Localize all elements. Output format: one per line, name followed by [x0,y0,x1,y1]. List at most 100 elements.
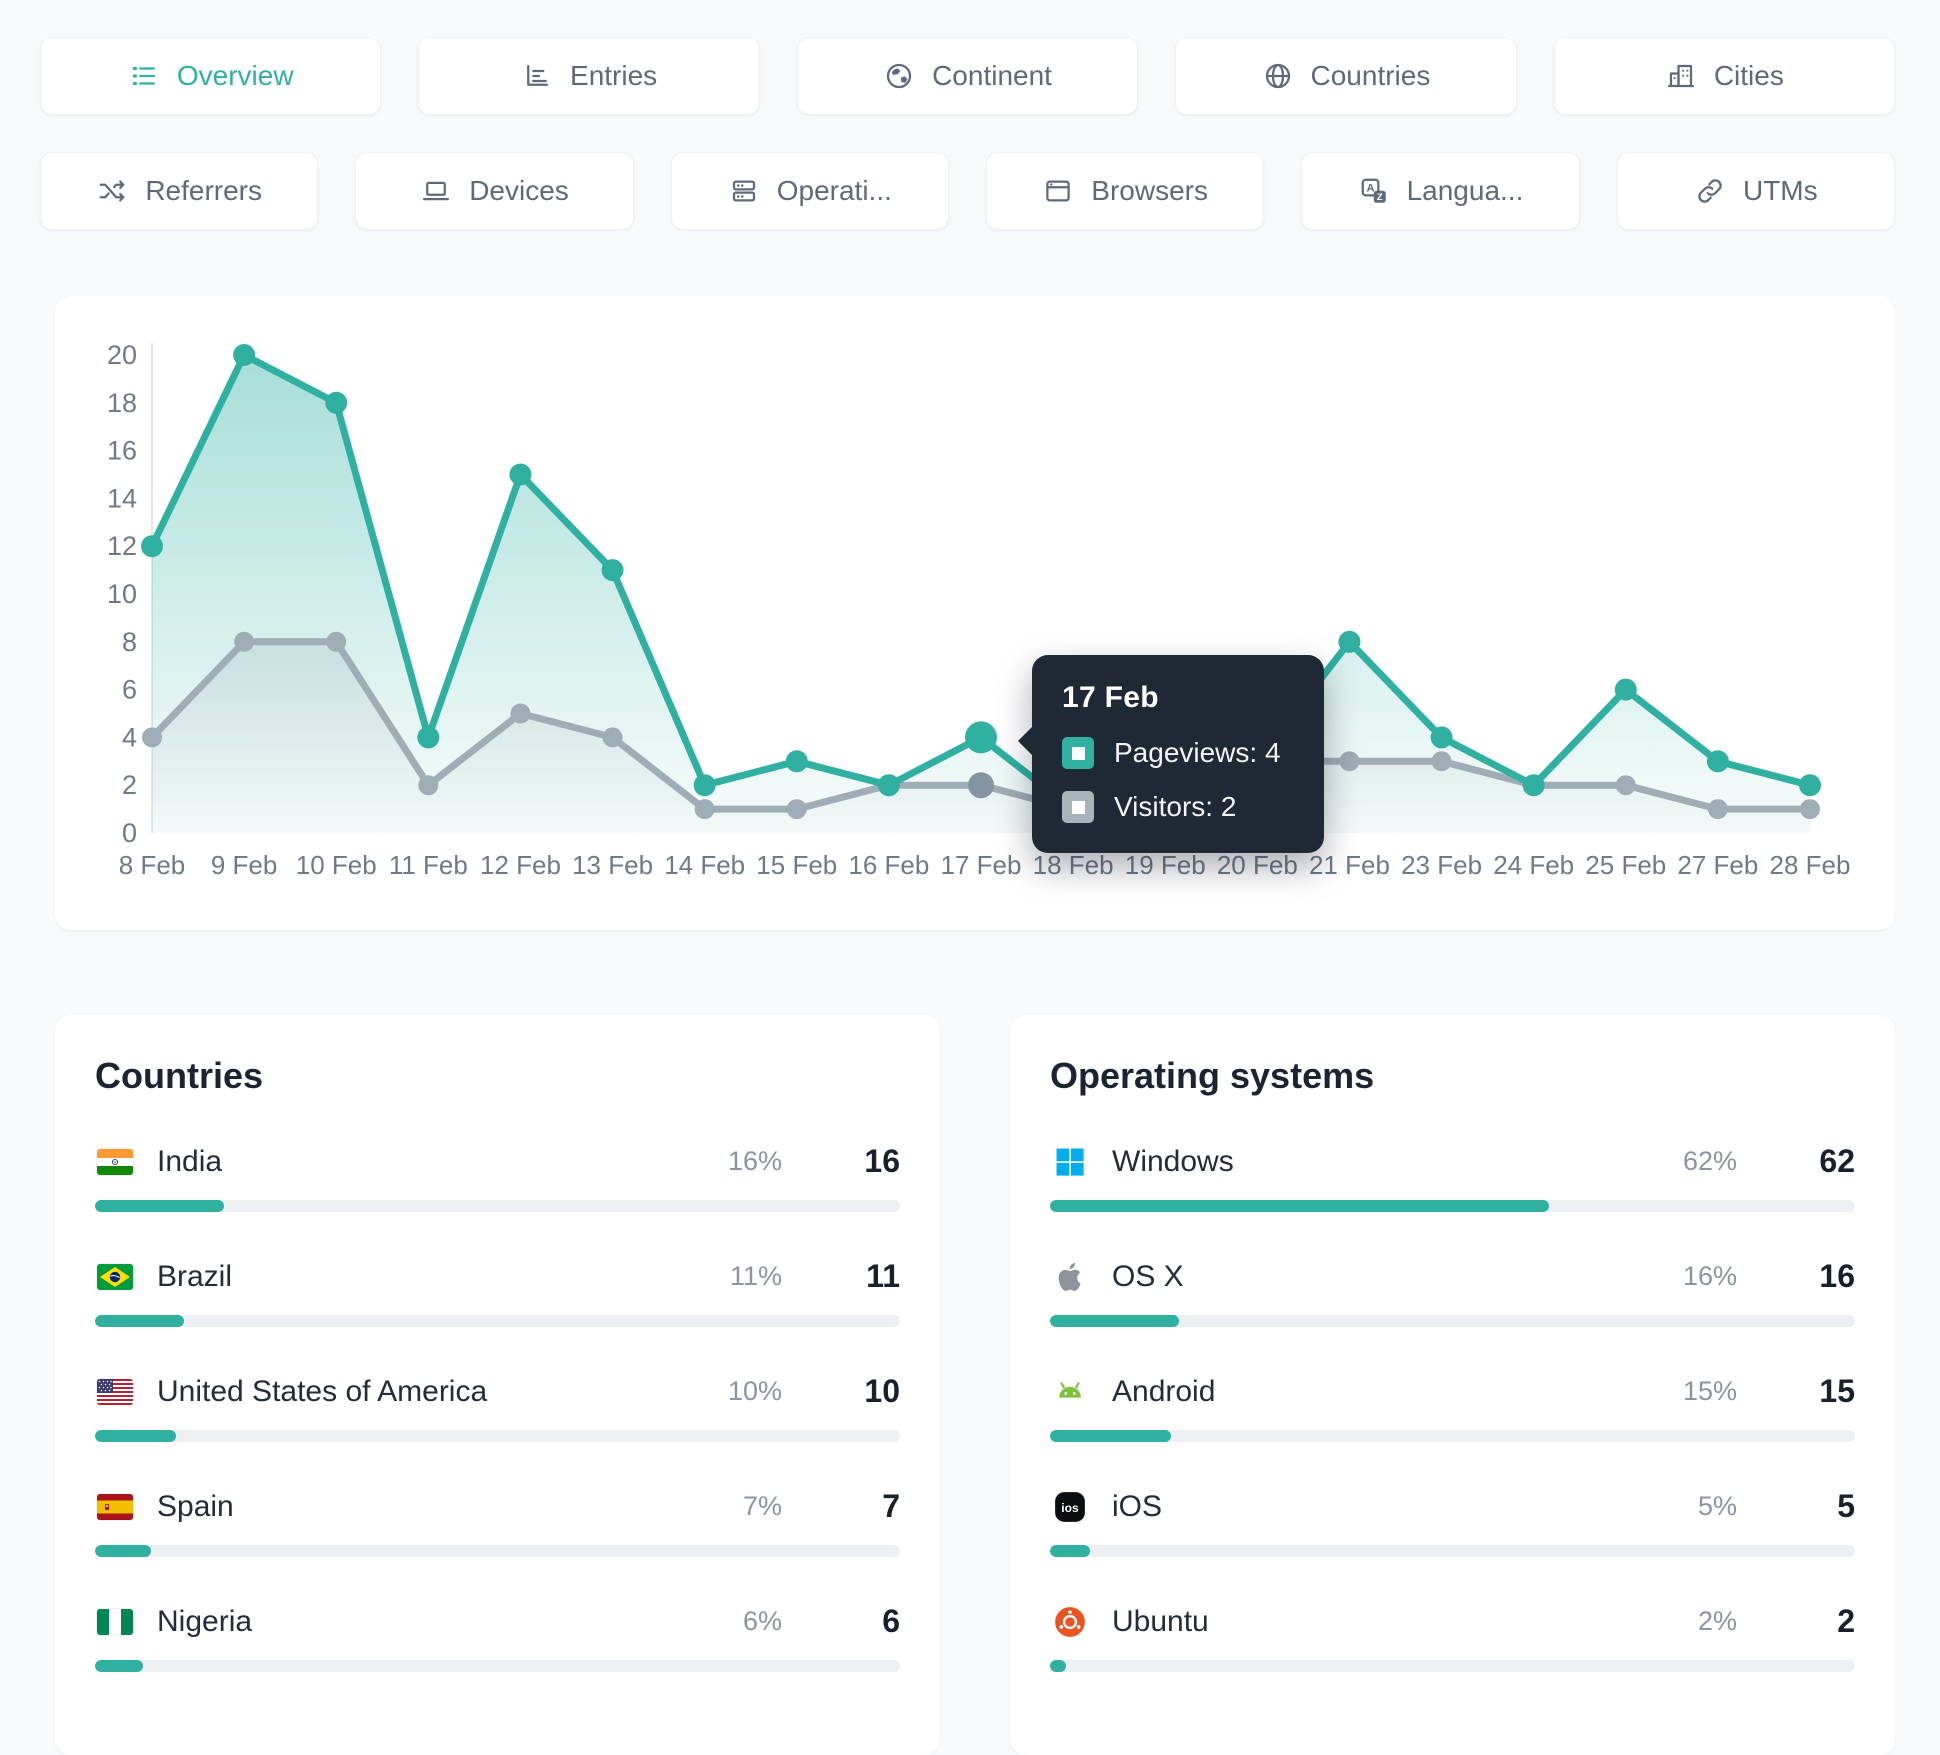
pageviews-legend-chip [1062,737,1094,769]
stat-label: Brazil [157,1259,233,1293]
pageviews-point[interactable] [1706,750,1729,773]
x-axis-label: 25 Feb [1585,850,1666,880]
visitors-point[interactable] [602,727,623,748]
usa-flag-icon [95,1378,135,1405]
x-axis-label: 27 Feb [1677,850,1758,880]
stat-row-header: ios iOS 5% 5 [1050,1488,1855,1525]
stat-row-android[interactable]: Android 15% 15 [1050,1373,1855,1442]
x-axis-label: 12 Feb [480,850,561,880]
visitors-point[interactable] [1707,799,1728,820]
tab-operati[interactable]: Operati... [670,152,949,230]
visitors-point[interactable] [510,703,531,724]
tab-referrers[interactable]: Referrers [40,152,319,230]
visitors-point[interactable] [142,727,162,748]
pageviews-point[interactable] [509,463,532,486]
tab-overview[interactable]: Overview [40,37,382,115]
tab-langua[interactable]: A Z Langua... [1301,152,1580,230]
visitors-point[interactable] [234,631,255,652]
tab-label: Langua... [1406,175,1524,206]
x-axis-label: 21 Feb [1309,850,1390,880]
visitors-point[interactable] [1431,751,1452,772]
stat-label: United States of America [157,1374,488,1408]
x-axis-label: 11 Feb [389,850,468,880]
visitors-point[interactable] [1615,775,1636,796]
traffic-line-chart[interactable]: 0 2 4 6 8 10 12 14 16 18 20 8 Feb 9 Feb 10 Feb 11 Feb 1… [55,296,1895,930]
stat-value: 15 [1819,1373,1855,1409]
android-icon [1050,1375,1090,1409]
stat-row-brazil[interactable]: Brazil 11% 11 [95,1258,900,1327]
pageviews-point[interactable] [141,535,163,558]
stat-progress-track [95,1660,900,1672]
x-axis-label: 13 Feb [572,850,653,880]
stat-value: 5 [1837,1488,1855,1524]
stat-row-india[interactable]: India 16% 16 [95,1143,900,1212]
stat-row-nigeria[interactable]: Nigeria 6% 6 [95,1603,900,1672]
pageviews-point[interactable] [1614,678,1637,701]
visitors-point[interactable] [968,772,994,799]
primary-tab-bar: Overview Entries Continent Countries Cities [40,0,1896,115]
visitors-legend-chip [1062,791,1094,823]
stat-row-united-states-of-america[interactable]: United States of America 10% 10 [95,1373,900,1442]
pageviews-point[interactable] [693,774,716,797]
ubuntu-icon [1050,1605,1090,1639]
chart-tooltip: 17 Feb Pageviews: 4 Visitors: 2 [1018,655,1324,853]
tab-browsers[interactable]: Browsers [985,152,1265,230]
visitors-point[interactable] [1800,799,1820,820]
pageviews-point[interactable] [601,559,624,582]
y-axis-label: 12 [107,531,137,561]
globe-icon [1262,60,1294,92]
stat-progress-track [95,1430,900,1442]
stat-row-windows[interactable]: Windows 62% 62 [1050,1143,1855,1212]
stat-row-ubuntu[interactable]: Ubuntu 2% 2 [1050,1603,1855,1672]
stats-panels: Countries India 16% 16 Brazil 11% 11 United St… [55,1015,1895,1755]
x-axis-label: 8 Feb [119,850,186,880]
tab-devices[interactable]: Devices [355,152,634,230]
tab-label: Entries [570,60,658,91]
stat-percent: 62% [1682,1146,1737,1176]
pageviews-point[interactable] [785,750,808,773]
pageviews-point[interactable] [1522,774,1545,797]
tab-entries[interactable]: Entries [418,37,760,115]
pageviews-point[interactable] [1799,774,1821,797]
tab-countries[interactable]: Countries [1175,37,1517,115]
y-axis-label: 6 [122,675,137,705]
stat-value: 6 [882,1603,900,1639]
stat-label: Ubuntu [1112,1604,1209,1638]
tab-label: UTMs [1742,175,1818,206]
spain-flag-icon [95,1493,135,1520]
tab-cities[interactable]: Cities [1553,37,1896,115]
pageviews-point[interactable] [965,721,997,754]
laptop-icon [420,175,452,207]
list-icon [128,60,160,92]
pageviews-point[interactable] [325,391,348,414]
ios-icon: ios [1050,1490,1090,1524]
pageviews-point[interactable] [1430,726,1453,749]
pageviews-point[interactable] [877,774,900,797]
visitors-point[interactable] [326,631,347,652]
pageviews-point[interactable] [1338,630,1361,653]
stat-value: 2 [1837,1603,1855,1639]
panel-title: Operating systems [1050,1055,1375,1096]
stat-progress-track [1050,1200,1855,1212]
stat-progress-fill [1050,1200,1550,1212]
pageviews-point[interactable] [417,726,440,749]
visitors-point[interactable] [694,799,715,820]
stat-label: India [157,1144,223,1178]
y-axis-label: 20 [107,340,137,370]
server-icon [728,175,760,207]
nigeria-flag-icon [95,1608,135,1635]
y-axis-label: 18 [107,388,137,418]
tab-utms[interactable]: UTMs [1616,152,1895,230]
tab-continent[interactable]: Continent [796,37,1139,115]
visitors-point[interactable] [1339,751,1360,772]
pageviews-point[interactable] [233,344,256,366]
visitors-point[interactable] [786,799,807,820]
stat-row-spain[interactable]: Spain 7% 7 [95,1488,900,1557]
stat-row-ios[interactable]: ios iOS 5% 5 [1050,1488,1855,1557]
svg-text:Z: Z [1376,192,1382,202]
windows-icon [1050,1145,1090,1179]
stat-percent: 11% [729,1261,782,1291]
translate-icon: AZ [1358,175,1390,207]
visitors-point[interactable] [418,775,439,796]
stat-row-os-x[interactable]: OS X 16% 16 [1050,1258,1855,1327]
